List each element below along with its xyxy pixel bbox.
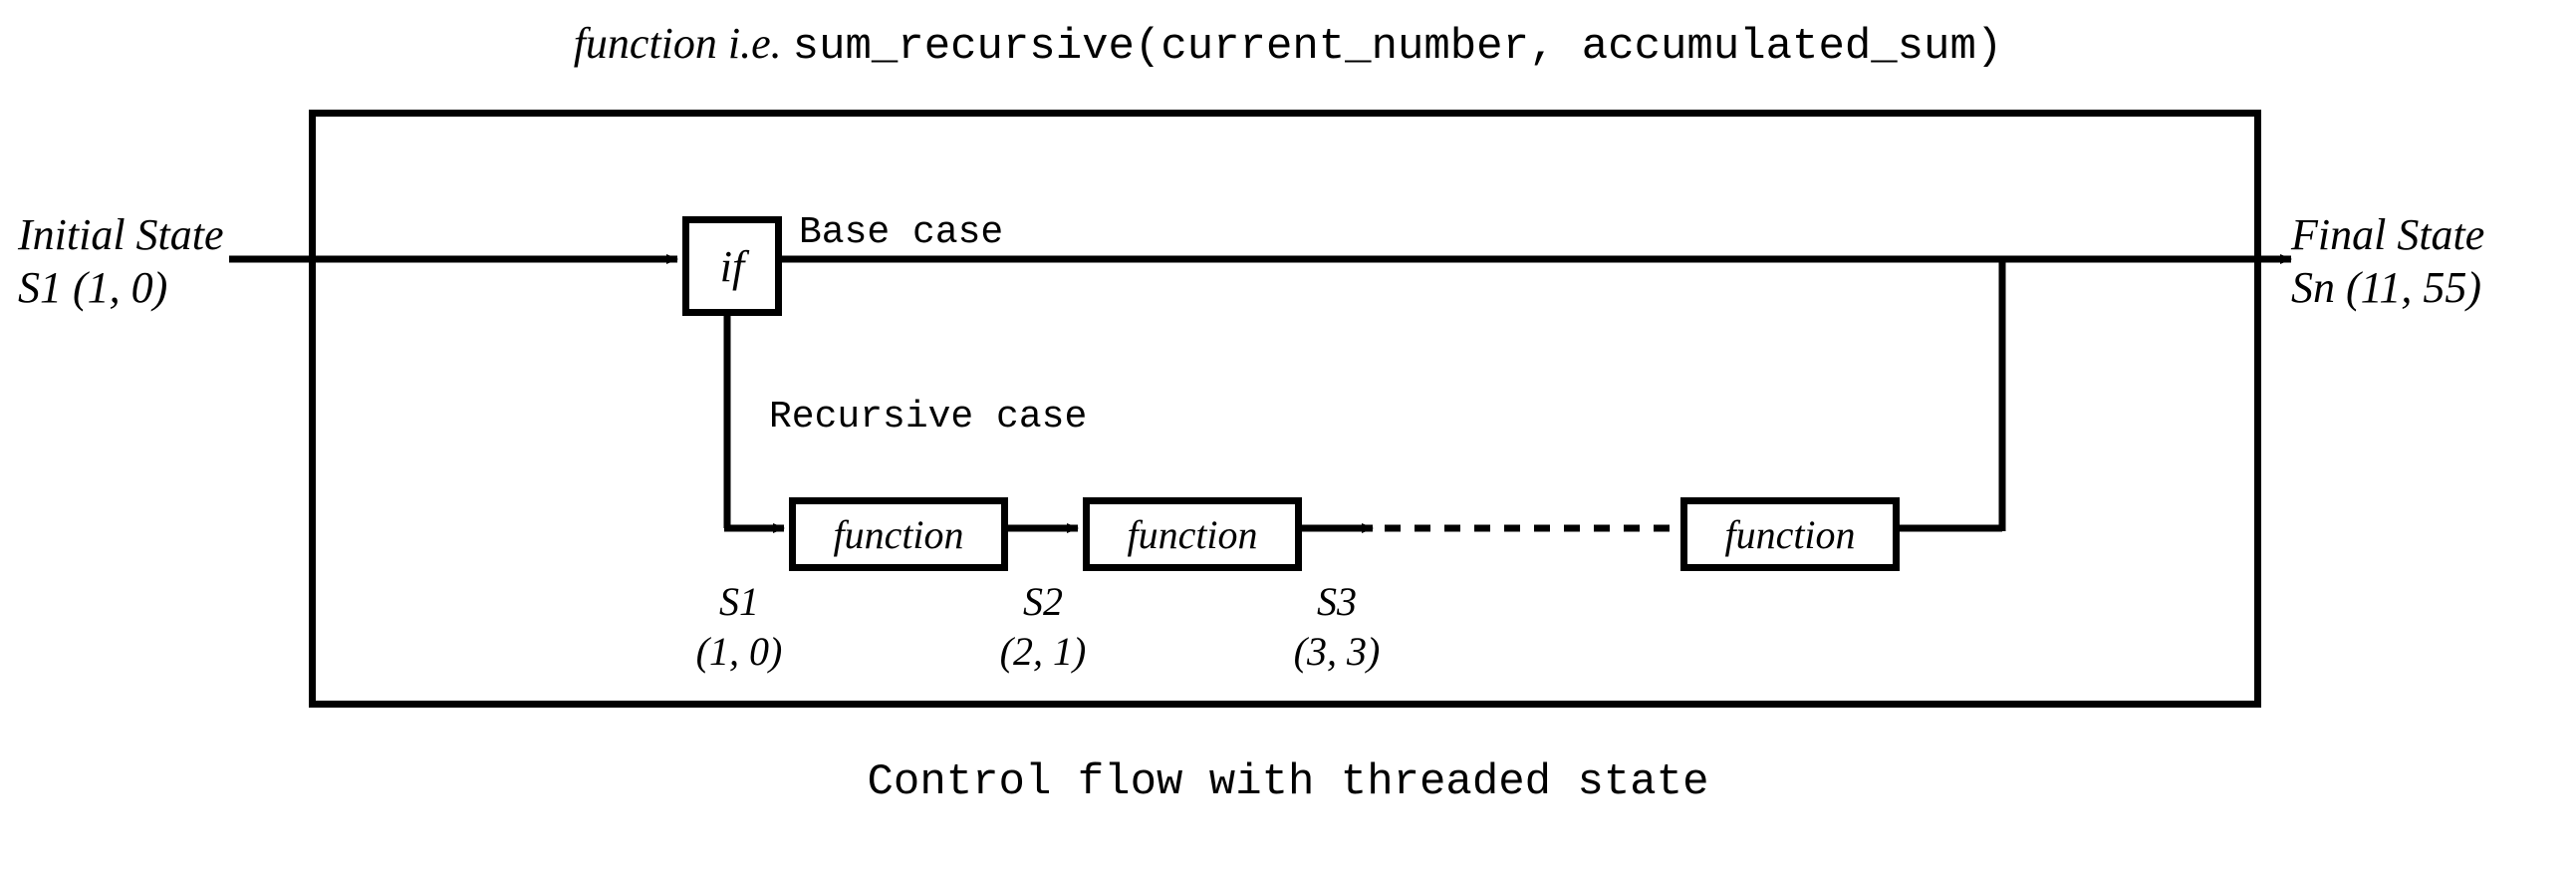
final-line2: Sn (11, 55) xyxy=(2291,263,2481,312)
diagram-title: function i.e. sum_recursive(current_numb… xyxy=(0,18,2576,72)
final-state-label: Final State Sn (11, 55) xyxy=(2291,209,2570,315)
if-condition-box: if xyxy=(682,216,782,316)
function-box-n: function xyxy=(1680,497,1900,571)
initial-line1: Initial State xyxy=(18,210,224,259)
if-label: if xyxy=(720,241,744,292)
state-s2-name: S2 xyxy=(1023,579,1063,624)
function-box-1: function xyxy=(789,497,1008,571)
state-s3-val: (3, 3) xyxy=(1294,629,1381,674)
base-case-label: Base case xyxy=(799,211,1003,254)
function-label-n: function xyxy=(1724,511,1855,558)
recursive-case-label: Recursive case xyxy=(769,396,1087,439)
state-s1-val: (1, 0) xyxy=(696,629,783,674)
initial-state-label: Initial State S1 (1, 0) xyxy=(0,209,317,315)
state-s1: S1 (1, 0) xyxy=(679,577,799,677)
function-label-1: function xyxy=(833,511,963,558)
state-s2: S2 (2, 1) xyxy=(973,577,1113,677)
state-s2-val: (2, 1) xyxy=(1000,629,1087,674)
final-line1: Final State xyxy=(2291,210,2484,259)
function-box-2: function xyxy=(1083,497,1302,571)
state-s3: S3 (3, 3) xyxy=(1267,577,1407,677)
title-lead: function i.e. xyxy=(574,19,782,68)
title-code: sum_recursive(current_number, accumulate… xyxy=(793,22,2003,72)
function-label-2: function xyxy=(1127,511,1257,558)
state-s1-name: S1 xyxy=(719,579,759,624)
function-outer-box: if Base case Recursive case function fun… xyxy=(309,110,2261,708)
diagram-caption: Control flow with threaded state xyxy=(0,757,2576,807)
state-s3-name: S3 xyxy=(1317,579,1357,624)
initial-line2: S1 (1, 0) xyxy=(18,263,167,312)
